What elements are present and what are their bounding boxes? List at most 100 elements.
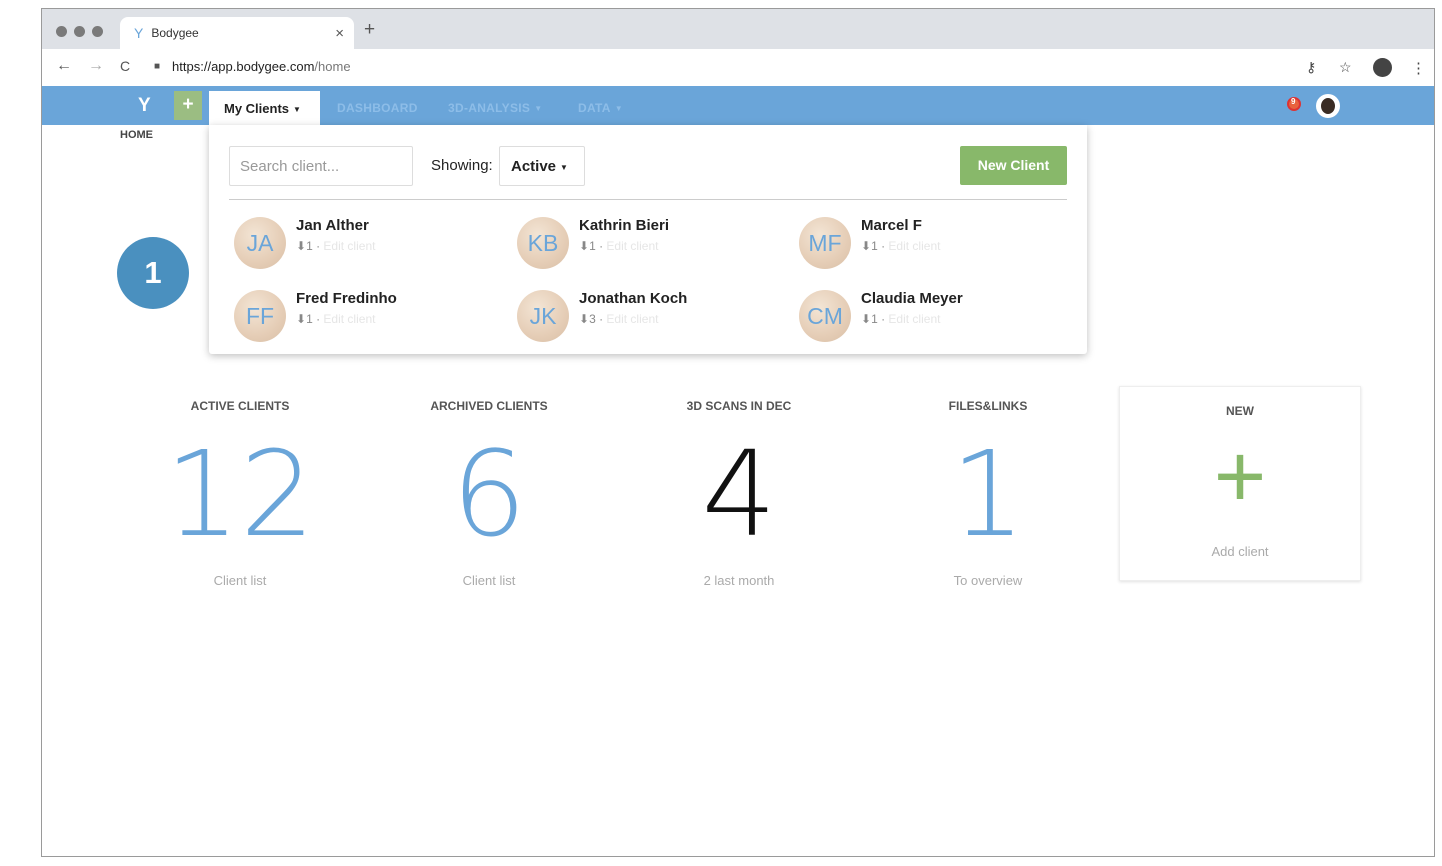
stat-link[interactable]: 2 last month: [629, 573, 849, 588]
my-clients-menu[interactable]: My Clients ▼: [209, 91, 320, 125]
caret-down-icon: ▼: [560, 162, 568, 172]
client-meta: ⬇1 · Edit client: [296, 239, 376, 253]
url-field[interactable]: ■ https://app.bodygee.com/home: [154, 59, 351, 74]
new-card-label: NEW: [1226, 404, 1254, 418]
stat-files-links[interactable]: FILES&LINKS 1 To overview: [878, 399, 1098, 588]
stat-label: 3D SCANS IN DEC: [686, 399, 792, 413]
client-item[interactable]: JA Jan Alther ⬇1 · Edit client: [234, 217, 494, 273]
bodygee-logo-icon[interactable]: Y: [138, 95, 151, 117]
client-name[interactable]: Claudia Meyer: [861, 290, 963, 307]
address-bar: ← → C ■ https://app.bodygee.com/home ⚷ ☆…: [42, 49, 1434, 87]
scan-count: 3: [589, 312, 596, 326]
tab-title: Bodygee: [151, 26, 199, 40]
stat-value: 4: [701, 425, 777, 563]
forward-icon[interactable]: →: [88, 57, 104, 75]
client-avatar: KB: [517, 217, 569, 269]
add-button[interactable]: +: [174, 91, 202, 120]
stat-value: 1: [950, 425, 1026, 563]
scan-count: 1: [871, 312, 878, 326]
search-client-input[interactable]: [229, 146, 413, 186]
divider: [229, 199, 1067, 200]
nav-data-label: DATA: [578, 101, 611, 115]
client-name[interactable]: Fred Fredinho: [296, 290, 397, 307]
stat-archived-clients[interactable]: ARCHIVED CLIENTS 6 Client list: [379, 399, 599, 588]
new-client-card[interactable]: NEW + Add client: [1119, 386, 1361, 581]
stat-active-clients[interactable]: ACTIVE CLIENTS 12 Client list: [130, 399, 350, 588]
client-item[interactable]: FF Fred Fredinho ⬇1 · Edit client: [234, 290, 494, 346]
client-item[interactable]: CM Claudia Meyer ⬇1 · Edit client: [799, 290, 1059, 346]
stat-3d-scans[interactable]: 3D SCANS IN DEC 4 2 last month: [629, 399, 849, 588]
scan-count: 1: [589, 239, 596, 253]
tab-strip: Y Bodygee × +: [42, 9, 1434, 49]
stat-value: 12: [164, 425, 316, 563]
stat-link[interactable]: To overview: [878, 573, 1098, 588]
close-window-button[interactable]: [56, 26, 67, 37]
user-avatar[interactable]: [1316, 94, 1340, 118]
scan-count: 1: [306, 312, 313, 326]
back-icon[interactable]: ←: [56, 57, 72, 75]
stat-value: 6: [451, 425, 527, 563]
browser-menu-icon[interactable]: ⋮: [1411, 59, 1426, 77]
nav-data[interactable]: DATA ▼: [578, 101, 623, 115]
stat-label: FILES&LINKS: [948, 399, 1028, 413]
showing-label: Showing:: [431, 157, 493, 174]
breadcrumb[interactable]: HOME: [120, 129, 153, 141]
plus-icon[interactable]: +: [1120, 432, 1360, 522]
scan-count: 1: [306, 239, 313, 253]
minimize-window-button[interactable]: [74, 26, 85, 37]
client-name[interactable]: Jonathan Koch: [579, 290, 687, 307]
stat-label: ACTIVE CLIENTS: [190, 399, 290, 413]
notification-count: 9: [1291, 97, 1296, 106]
caret-down-icon: ▼: [614, 104, 623, 114]
client-avatar: MF: [799, 217, 851, 269]
close-tab-icon[interactable]: ×: [335, 25, 344, 42]
my-clients-label: My Clients: [224, 101, 290, 116]
window-controls: [56, 26, 103, 37]
client-avatar: CM: [799, 290, 851, 342]
edit-client-link[interactable]: Edit client: [323, 239, 375, 253]
edit-client-link[interactable]: Edit client: [606, 239, 658, 253]
showing-select[interactable]: Active ▼: [499, 146, 585, 186]
step-number-badge: 1: [117, 237, 189, 309]
edit-client-link[interactable]: Edit client: [888, 239, 940, 253]
scan-count: 1: [871, 239, 878, 253]
client-name[interactable]: Kathrin Bieri: [579, 217, 669, 234]
nav-3d-analysis-label: 3D-ANALYSIS: [448, 101, 531, 115]
caret-down-icon: ▼: [293, 105, 301, 115]
stat-label: ARCHIVED CLIENTS: [430, 399, 548, 413]
stat-link[interactable]: Client list: [130, 573, 350, 588]
client-meta: ⬇1 · Edit client: [296, 312, 376, 326]
edit-client-link[interactable]: Edit client: [888, 312, 940, 326]
caret-down-icon: ▼: [534, 104, 543, 114]
client-name[interactable]: Jan Alther: [296, 217, 369, 234]
edit-client-link[interactable]: Edit client: [606, 312, 658, 326]
client-avatar: JK: [517, 290, 569, 342]
client-item[interactable]: KB Kathrin Bieri ⬇1 · Edit client: [517, 217, 777, 273]
client-avatar: JA: [234, 217, 286, 269]
key-icon[interactable]: ⚷: [1306, 59, 1316, 76]
new-tab-button[interactable]: +: [364, 19, 375, 41]
client-meta: ⬇1 · Edit client: [861, 239, 941, 253]
client-item[interactable]: JK Jonathan Koch ⬇3 · Edit client: [517, 290, 777, 346]
browser-profile-avatar[interactable]: [1373, 58, 1392, 77]
client-name[interactable]: Marcel F: [861, 217, 922, 234]
url-host: https://app.bodygee.com: [172, 59, 315, 74]
client-meta: ⬇3 · Edit client: [579, 312, 659, 326]
bookmark-star-icon[interactable]: ☆: [1339, 59, 1352, 76]
lock-icon: ■: [154, 61, 161, 72]
new-client-button[interactable]: New Client: [960, 146, 1067, 185]
client-meta: ⬇1 · Edit client: [579, 239, 659, 253]
browser-tab[interactable]: Y Bodygee ×: [120, 17, 354, 49]
reload-icon[interactable]: C: [120, 58, 130, 74]
nav-dashboard[interactable]: DASHBOARD: [337, 101, 418, 115]
maximize-window-button[interactable]: [92, 26, 103, 37]
client-item[interactable]: MF Marcel F ⬇1 · Edit client: [799, 217, 1059, 273]
favicon-icon: Y: [134, 25, 144, 41]
my-clients-dropdown: Showing: Active▼ New Client JA Jan Althe…: [209, 125, 1087, 354]
stat-link[interactable]: Client list: [379, 573, 599, 588]
client-meta: ⬇1 · Edit client: [861, 312, 941, 326]
add-client-link[interactable]: Add client: [1120, 544, 1360, 559]
browser-window: Y Bodygee × + ← → C ■ https://app.bodyge…: [41, 8, 1435, 857]
nav-3d-analysis[interactable]: 3D-ANALYSIS ▼: [448, 101, 542, 115]
edit-client-link[interactable]: Edit client: [323, 312, 375, 326]
